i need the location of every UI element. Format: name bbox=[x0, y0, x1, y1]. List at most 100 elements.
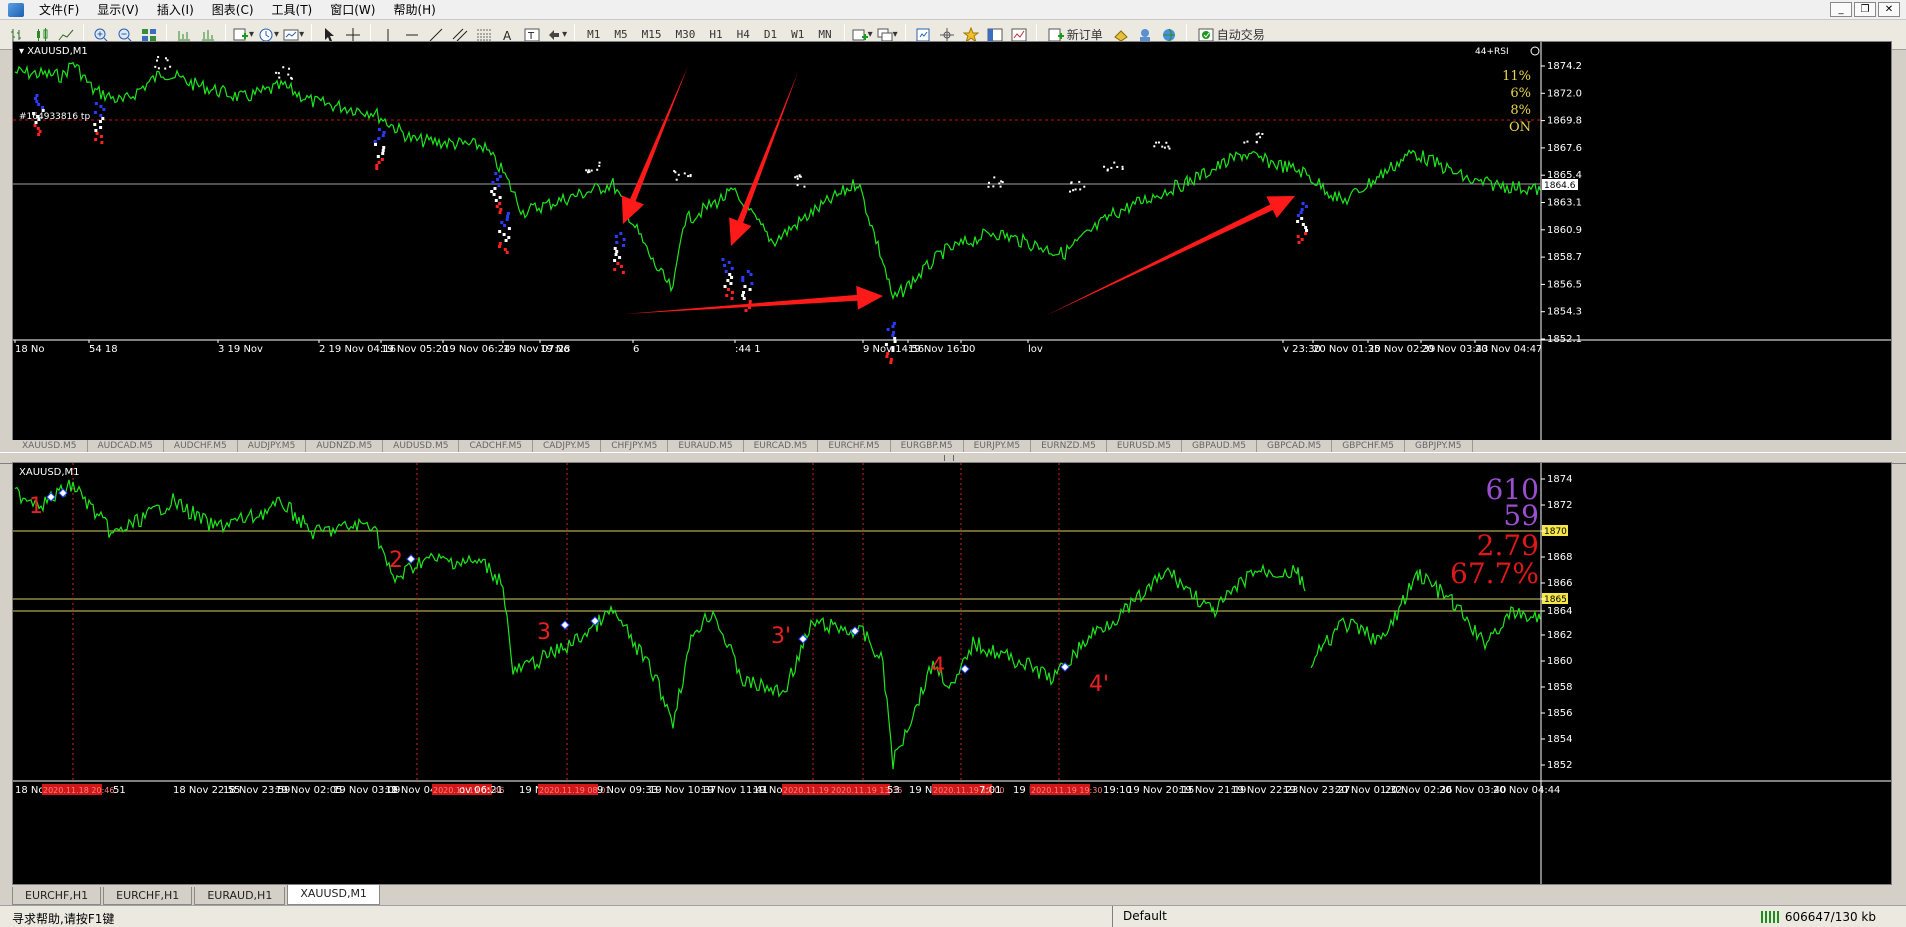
level-mark bbox=[1255, 133, 1258, 136]
level-mark bbox=[798, 175, 801, 178]
status-profile[interactable]: Default bbox=[1112, 906, 1342, 927]
price-line bbox=[14, 61, 1541, 301]
svg-text:T: T bbox=[527, 31, 535, 42]
signal-dot bbox=[614, 235, 618, 238]
symbol-tab[interactable]: EURGBP.M5 bbox=[891, 440, 964, 452]
symbol-tab[interactable]: EURNZD.M5 bbox=[1031, 440, 1107, 452]
signal-dot bbox=[741, 294, 745, 297]
level-mark bbox=[1161, 145, 1164, 148]
menu-tools[interactable]: 工具(T) bbox=[263, 0, 322, 20]
time-label: 3 19 Nov bbox=[218, 344, 263, 355]
signal-dot bbox=[500, 221, 504, 224]
signal-dot bbox=[35, 94, 39, 97]
signal-dot bbox=[381, 134, 385, 137]
signal-dot bbox=[375, 167, 379, 170]
symbol-tab[interactable]: CADJPY.M5 bbox=[533, 440, 602, 452]
level-mark bbox=[1078, 180, 1081, 183]
symbol-tab[interactable]: AUDUSD.M5 bbox=[383, 440, 460, 452]
symbol-tab[interactable]: EURCHF.M5 bbox=[818, 440, 891, 452]
level-mark bbox=[278, 76, 281, 79]
symbol-tab[interactable]: GBPCHF.M5 bbox=[1332, 440, 1406, 452]
symbol-tab[interactable]: AUDNZD.M5 bbox=[306, 440, 384, 452]
menu-window[interactable]: 窗口(W) bbox=[321, 0, 384, 20]
signal-dot bbox=[619, 265, 623, 268]
symbol-tab[interactable]: AUDJPY.M5 bbox=[238, 440, 307, 452]
chart-tab[interactable]: EURCHF,H1 bbox=[103, 887, 193, 905]
symbol-tab[interactable]: AUDCAD.M5 bbox=[88, 440, 164, 452]
signal-dot bbox=[730, 297, 734, 300]
signal-dot bbox=[729, 282, 733, 285]
level-mark bbox=[796, 177, 799, 180]
chart-tab[interactable]: EURCHF,H1 bbox=[12, 887, 102, 905]
signal-dot bbox=[506, 215, 510, 218]
level-mark bbox=[687, 175, 690, 178]
chart-tab[interactable]: XAUUSD,M1 bbox=[287, 885, 380, 905]
price-tick-label: 1860 bbox=[1547, 656, 1572, 667]
signal-dot bbox=[37, 103, 41, 106]
menu-file[interactable]: 文件(F) bbox=[30, 0, 88, 20]
symbol-tab[interactable]: EURUSD.M5 bbox=[1107, 440, 1182, 452]
signal-dot bbox=[381, 149, 385, 152]
price-tick-label: 1869.8 bbox=[1547, 116, 1582, 127]
symbol-tab[interactable]: GBPCAD.M5 bbox=[1257, 440, 1333, 452]
signal-dot bbox=[99, 126, 103, 129]
symbol-tab[interactable]: GBPAUD.M5 bbox=[1182, 440, 1257, 452]
signal-dot bbox=[748, 288, 752, 291]
symbol-tab[interactable]: CHFJPY.M5 bbox=[601, 440, 669, 452]
symbol-tab[interactable]: GBPJPY.M5 bbox=[1405, 440, 1473, 452]
top-chart-window[interactable]: 1874.2 1872.0 1869.8 1867.6 1865.4 1863.1 1860… bbox=[12, 41, 1892, 441]
close-icon[interactable]: ✕ bbox=[1878, 2, 1900, 17]
signal-dot bbox=[499, 208, 503, 211]
bottom-chart-window[interactable]: 1874 1872 1870 1868 1866 1865 1864 1862 1860 1858… bbox=[12, 462, 1892, 885]
minimize-icon[interactable]: _ bbox=[1830, 2, 1852, 17]
level-mark bbox=[803, 185, 806, 188]
price-tick-label: 1865 bbox=[1544, 595, 1567, 605]
menu-charts[interactable]: 图表(C) bbox=[203, 0, 263, 20]
corner-stat-0: 11% bbox=[1502, 69, 1531, 84]
level-mark bbox=[277, 72, 280, 75]
symbol-tab[interactable]: EURCAD.M5 bbox=[744, 440, 819, 452]
signal-dot bbox=[1296, 214, 1300, 217]
signal-dot bbox=[742, 291, 746, 294]
level-mark bbox=[1168, 147, 1171, 150]
symbol-tab[interactable]: AUDCHF.M5 bbox=[164, 440, 238, 452]
level-mark bbox=[1113, 161, 1116, 164]
level-mark bbox=[1163, 146, 1166, 149]
signal-dot bbox=[892, 331, 896, 334]
price-tick-label: 1864 bbox=[1547, 606, 1572, 617]
status-bar: 寻求帮助,请按F1键 Default 606647/130 kb bbox=[0, 905, 1906, 927]
restore-icon[interactable]: ❐ bbox=[1854, 2, 1876, 17]
chart-tab[interactable]: EURAUD,H1 bbox=[194, 887, 286, 905]
menu-view[interactable]: 显示(V) bbox=[88, 0, 148, 20]
splitter-grip-icon[interactable] bbox=[944, 455, 954, 461]
top-price-chart[interactable]: 1874.21872.01869.81867.61865.41863.11860… bbox=[13, 42, 1891, 440]
symbol-tab[interactable]: CADCHF.M5 bbox=[459, 440, 533, 452]
time-label: 51 bbox=[113, 785, 126, 796]
signal-dot bbox=[507, 227, 511, 230]
signal-dot bbox=[616, 262, 620, 265]
signal-dot bbox=[95, 132, 99, 135]
menu-help[interactable]: 帮助(H) bbox=[384, 0, 444, 20]
signal-dot bbox=[32, 112, 36, 115]
level-mark bbox=[1121, 165, 1124, 168]
price-tick-label: 1854 bbox=[1547, 734, 1572, 745]
signal-dot bbox=[496, 178, 500, 181]
bottom-price-chart[interactable]: 1874 1872 1870 1868 1866 18651864 1862 1860 1858… bbox=[13, 463, 1891, 884]
signal-dot bbox=[889, 361, 893, 364]
signal-dot bbox=[34, 121, 38, 124]
status-traffic[interactable]: 606647/130 kb bbox=[1760, 906, 1876, 927]
price-tick-label: 1862 bbox=[1547, 630, 1572, 641]
annotation-arrow-1 bbox=[729, 72, 798, 246]
signal-dot bbox=[614, 253, 618, 256]
time-label: 1 bbox=[391, 785, 397, 796]
symbol-tab[interactable]: EURJPY.M5 bbox=[964, 440, 1032, 452]
symbol-tab[interactable]: XAUUSD.M5 bbox=[12, 440, 88, 452]
level-mark bbox=[1110, 166, 1113, 169]
signal-dot bbox=[33, 97, 37, 100]
menu-insert[interactable]: 插入(I) bbox=[148, 0, 203, 20]
current-price-label: 1864.6 bbox=[1544, 181, 1576, 191]
signal-dot bbox=[494, 199, 498, 202]
signal-dot bbox=[498, 211, 502, 214]
symbol-tab[interactable]: EURAUD.M5 bbox=[668, 440, 744, 452]
window-controls: _ ❐ ✕ bbox=[1830, 2, 1900, 17]
